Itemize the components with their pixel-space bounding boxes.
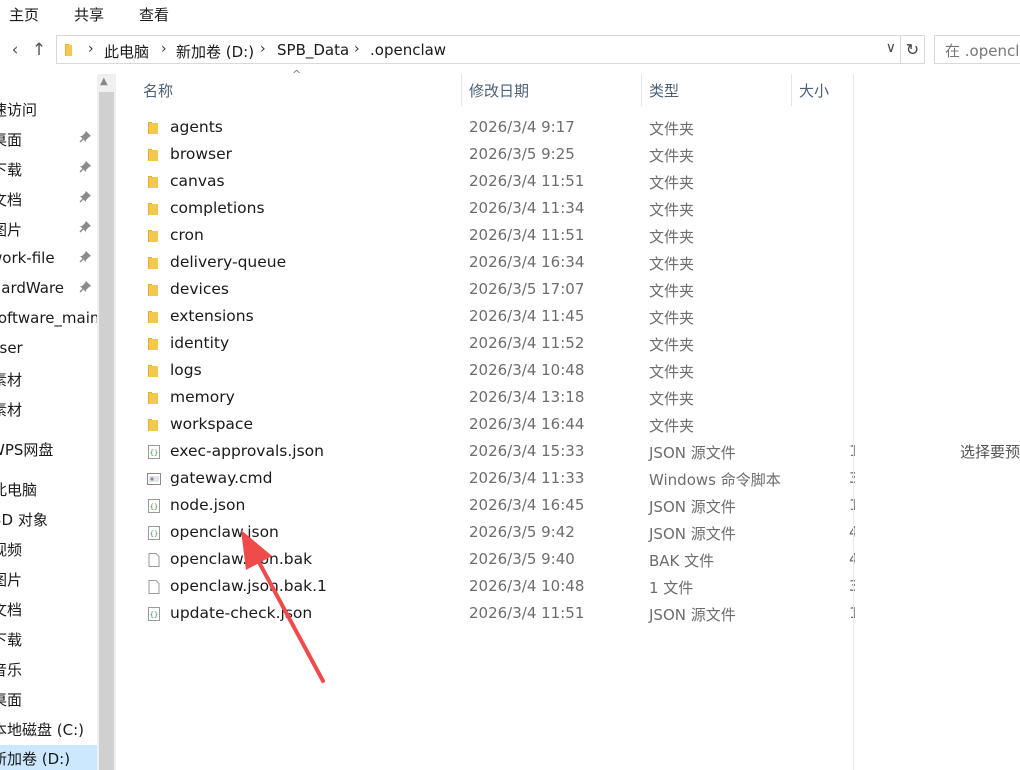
annotation-arrow (241, 530, 325, 683)
